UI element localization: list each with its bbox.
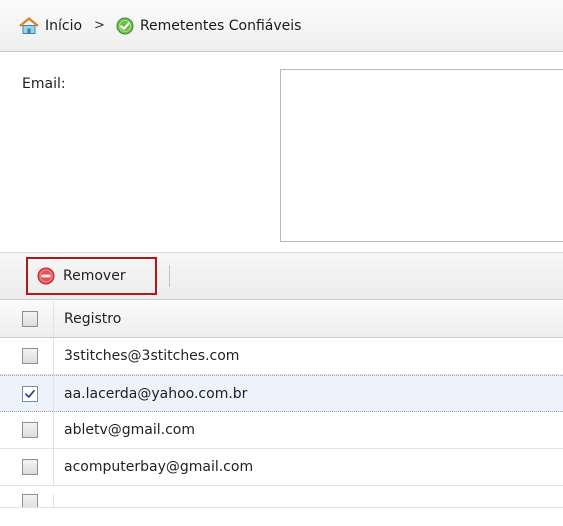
home-icon bbox=[19, 16, 39, 35]
breadcrumb: Início > Remetentes Confiáveis bbox=[0, 0, 563, 52]
row-check-cell bbox=[0, 449, 54, 485]
breadcrumb-current: Remetentes Confiáveis bbox=[116, 17, 301, 35]
select-all-checkbox[interactable] bbox=[22, 311, 38, 327]
table-row[interactable]: 3stitches@3stitches.com bbox=[0, 338, 563, 375]
email-textarea[interactable] bbox=[280, 69, 563, 242]
row-check-cell bbox=[0, 376, 54, 411]
table-header: Registro bbox=[0, 301, 563, 338]
breadcrumb-home[interactable]: Início bbox=[19, 16, 83, 35]
toolbar-divider bbox=[169, 265, 170, 287]
breadcrumb-separator: > bbox=[94, 18, 105, 33]
check-circle-icon bbox=[116, 17, 134, 35]
senders-table: Registro 3stitches@3stitches.com aa.lace… bbox=[0, 301, 563, 508]
row-checkbox[interactable] bbox=[22, 385, 38, 402]
column-header-registro[interactable]: Registro bbox=[54, 311, 121, 327]
breadcrumb-current-label: Remetentes Confiáveis bbox=[139, 17, 302, 34]
toolbar: Remover bbox=[0, 252, 563, 300]
row-checkbox[interactable] bbox=[22, 459, 38, 475]
table-row[interactable]: aa.lacerda@yahoo.com.br bbox=[0, 375, 563, 412]
row-email: acomputerbay@gmail.com bbox=[64, 459, 254, 475]
checkmark-icon bbox=[25, 389, 35, 398]
row-email: abletv@gmail.com bbox=[64, 422, 195, 438]
row-email: 3stitches@3stitches.com bbox=[64, 348, 240, 364]
row-checkbox[interactable] bbox=[22, 494, 38, 507]
row-email: aa.lacerda@yahoo.com.br bbox=[64, 385, 248, 402]
table-row-partial[interactable] bbox=[0, 486, 563, 508]
row-checkbox[interactable] bbox=[22, 422, 38, 438]
table-row[interactable]: abletv@gmail.com bbox=[0, 412, 563, 449]
table-row[interactable]: acomputerbay@gmail.com bbox=[0, 449, 563, 486]
email-label: Email: bbox=[22, 76, 66, 92]
remove-button[interactable]: Remover bbox=[26, 257, 157, 295]
email-form: Email: bbox=[0, 53, 563, 252]
remove-button-label: Remover bbox=[63, 268, 126, 284]
row-check-cell bbox=[0, 494, 54, 507]
row-check-cell bbox=[0, 338, 54, 374]
header-check-cell bbox=[0, 301, 54, 337]
breadcrumb-home-label: Início bbox=[45, 17, 83, 34]
trusted-senders-page: Início > Remetentes Confiáveis Email: Re… bbox=[0, 0, 563, 526]
row-checkbox[interactable] bbox=[22, 348, 38, 364]
row-check-cell bbox=[0, 412, 54, 448]
minus-circle-icon bbox=[37, 267, 55, 285]
